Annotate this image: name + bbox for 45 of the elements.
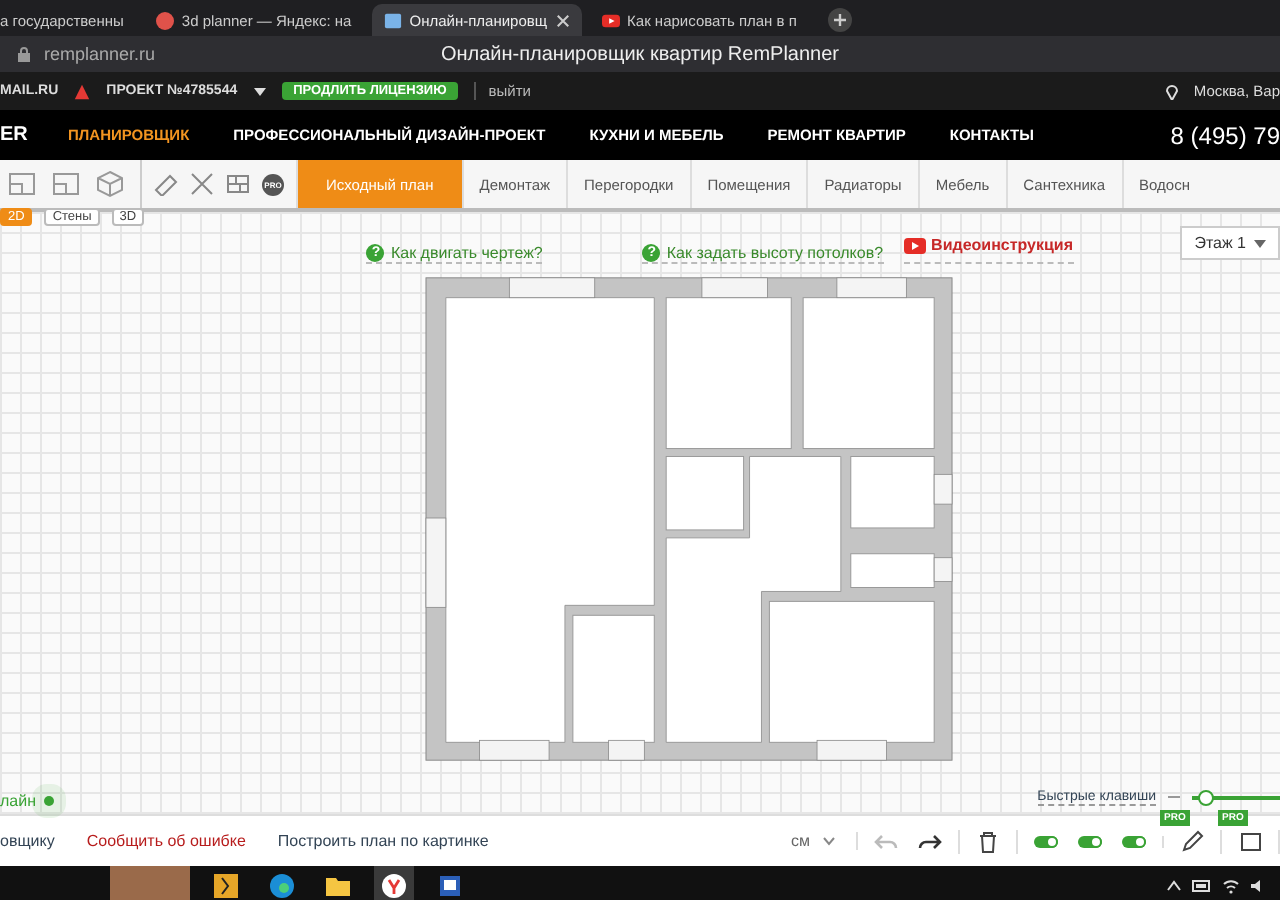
lock-icon (16, 46, 32, 62)
plan-icon[interactable] (8, 170, 36, 198)
bottom-link[interactable]: Сообщить об ошибке (86, 832, 246, 850)
plan-icon[interactable] (52, 170, 80, 198)
battery-icon[interactable] (1192, 878, 1212, 894)
yandex-browser-icon[interactable] (382, 874, 406, 898)
browser-icon[interactable] (270, 874, 294, 898)
logo[interactable]: ER (0, 124, 68, 146)
caret-icon (1254, 239, 1266, 247)
play-icon (903, 237, 926, 253)
phone-number: 8 (495) 79 (1170, 121, 1280, 149)
page-title: Онлайн-планировщик квартир RemPlanner (440, 43, 840, 65)
bottom-link[interactable]: Построить план по картинке (277, 832, 489, 850)
page-icon (383, 11, 402, 29)
floor-dropdown[interactable]: Этаж 1 (1180, 226, 1280, 260)
folder-icon[interactable] (326, 874, 350, 898)
chevron-up-icon[interactable] (1166, 878, 1182, 894)
warning-icon (74, 83, 91, 99)
pencil-icon[interactable] (1180, 829, 1204, 853)
document-icon[interactable] (438, 874, 462, 898)
toggle-switch[interactable] (1122, 835, 1146, 847)
wifi-icon[interactable] (1222, 878, 1240, 894)
location-pin-icon (1165, 83, 1178, 99)
frame-icon[interactable] (1238, 829, 1262, 853)
address-field[interactable]: remplanner.ru (44, 44, 156, 64)
status-label: лайн (0, 792, 37, 810)
new-tab-icon[interactable] (828, 8, 853, 32)
play-icon (601, 11, 620, 29)
brick-icon[interactable] (226, 172, 250, 196)
photo-placeholder (110, 866, 190, 900)
chevron-down-icon (822, 836, 836, 846)
ruler-icon[interactable] (154, 172, 178, 196)
bottom-link[interactable]: овщику (0, 832, 55, 850)
redo-icon[interactable] (918, 829, 942, 853)
toggle-switch[interactable] (1078, 835, 1102, 847)
trash-icon[interactable] (976, 829, 1000, 853)
slider-thumb[interactable] (1197, 790, 1214, 806)
circle-icon (155, 11, 174, 29)
caret-icon[interactable] (253, 87, 266, 95)
toggle-switch[interactable] (1034, 835, 1058, 847)
cube-icon[interactable] (96, 170, 124, 198)
close-icon[interactable] (555, 13, 570, 27)
minus-icon[interactable] (1168, 796, 1180, 800)
units-dropdown[interactable]: см (791, 832, 858, 850)
video-link[interactable]: Видеоинструкция (903, 228, 1074, 264)
